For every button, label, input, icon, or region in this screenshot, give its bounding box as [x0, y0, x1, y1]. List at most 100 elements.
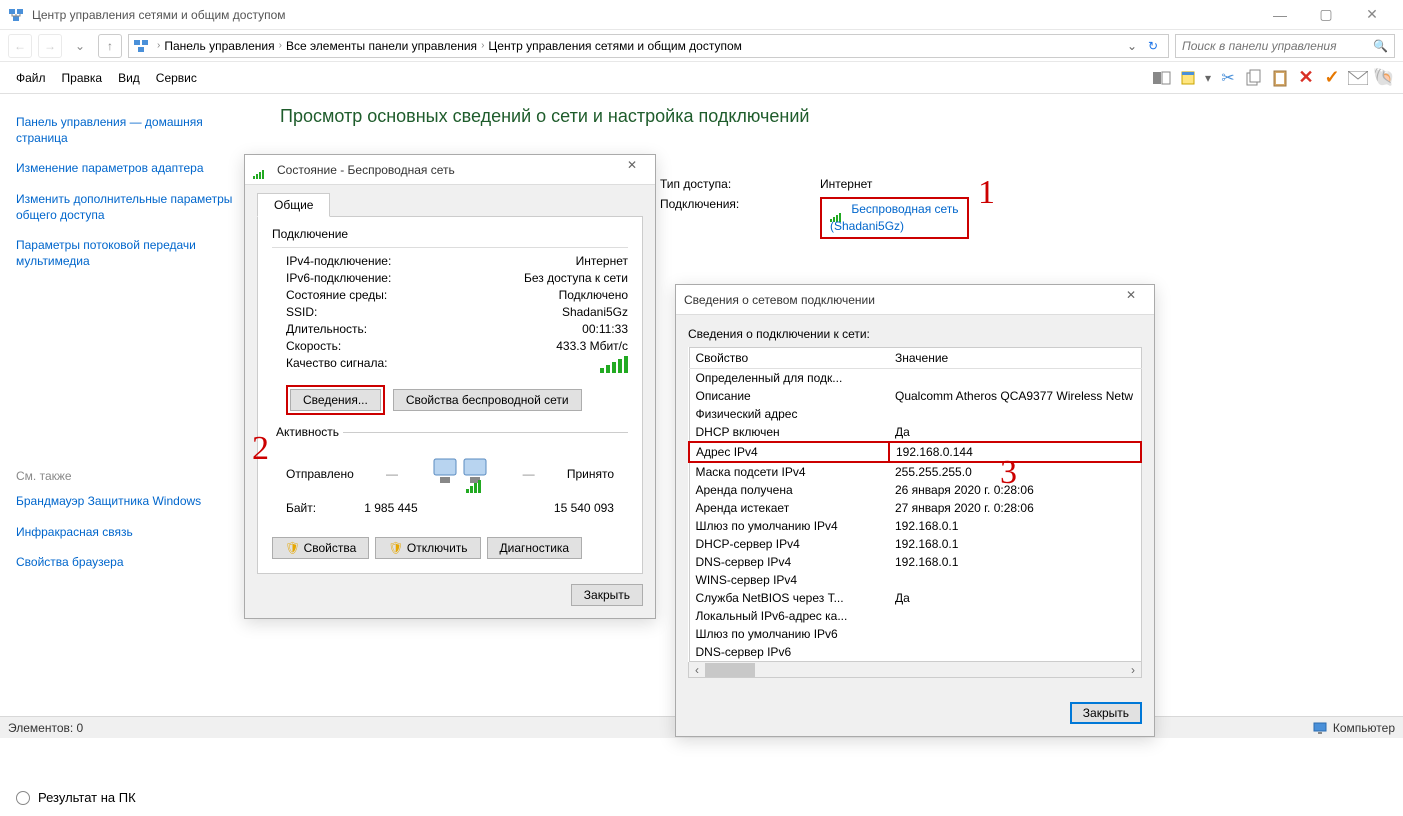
globe-icon[interactable]: 🐚 — [1373, 67, 1395, 89]
diagnostics-button[interactable]: Диагностика — [487, 537, 583, 559]
wireless-props-button[interactable]: Свойства беспроводной сети — [393, 389, 582, 411]
network-center-icon — [8, 7, 24, 23]
delete-icon[interactable]: ✕ — [1295, 67, 1317, 89]
property-cell: WINS-сервер IPv4 — [689, 571, 889, 589]
value-cell: 27 января 2020 г. 0:28:06 — [889, 499, 1141, 517]
property-cell: Описание — [689, 387, 889, 405]
details-button-box: Сведения... — [286, 385, 385, 415]
table-row[interactable]: Локальный IPv6-адрес ка... — [689, 607, 1141, 625]
value-cell: Qualcomm Atheros QCA9377 Wireless Netw — [889, 387, 1141, 405]
toolbar-button-1[interactable] — [1151, 67, 1173, 89]
table-row[interactable]: DNS-сервер IPv4192.168.0.1 — [689, 553, 1141, 571]
sidebar-infrared[interactable]: Инфракрасная связь — [16, 524, 244, 540]
property-cell: Маска подсети IPv4 — [689, 462, 889, 481]
access-type-label: Тип доступа: — [660, 177, 820, 191]
sidebar-media-streaming[interactable]: Параметры потоковой передачи мультимедиа — [16, 237, 244, 269]
table-row[interactable]: Определенный для подк... — [689, 369, 1141, 388]
search-input[interactable] — [1182, 39, 1373, 53]
ipv4-value: Интернет — [576, 254, 628, 268]
table-row[interactable]: Служба NetBIOS через T...Да — [689, 589, 1141, 607]
annotation-1: 1 — [978, 174, 995, 212]
table-row[interactable]: Физический адрес — [689, 405, 1141, 423]
menu-file[interactable]: Файл — [8, 67, 54, 89]
breadcrumb-dropdown[interactable]: ⌄ — [1122, 39, 1142, 53]
toolbar-button-2[interactable] — [1177, 67, 1199, 89]
tab-general[interactable]: Общие — [257, 193, 330, 217]
breadcrumb[interactable]: › Панель управления › Все элементы панел… — [128, 34, 1169, 58]
table-row[interactable]: DHCP-сервер IPv4192.168.0.1 — [689, 535, 1141, 553]
bytes-recv-value: 15 540 093 — [554, 501, 614, 515]
minimize-button[interactable]: — — [1257, 0, 1303, 30]
menu-view[interactable]: Вид — [110, 67, 148, 89]
details-close-button[interactable]: Закрыть — [1070, 702, 1142, 724]
activity-icon — [430, 451, 490, 497]
breadcrumb-all-items[interactable]: Все элементы панели управления — [286, 39, 477, 53]
menu-service[interactable]: Сервис — [148, 67, 205, 89]
breadcrumb-network-center[interactable]: Центр управления сетями и общим доступом — [488, 39, 742, 53]
table-row[interactable]: ОписаниеQualcomm Atheros QCA9377 Wireles… — [689, 387, 1141, 405]
breadcrumb-control-panel[interactable]: Панель управления — [164, 39, 274, 53]
sent-label: Отправлено — [286, 467, 354, 481]
connection-link[interactable]: Беспроводная сеть (Shadani5Gz) — [830, 202, 959, 233]
duration-value: 00:11:33 — [582, 322, 628, 336]
property-cell: DNS-сервер IPv4 — [689, 553, 889, 571]
menu-edit[interactable]: Правка — [54, 67, 111, 89]
chevron-right-icon: › — [157, 40, 160, 51]
ssid-value: Shadani5Gz — [562, 305, 628, 319]
table-row[interactable]: Шлюз по умолчанию IPv6 — [689, 625, 1141, 643]
toolbar-dropdown[interactable]: ▾ — [1203, 67, 1213, 89]
signal-label: Качество сигнала: — [286, 356, 598, 373]
result-radio[interactable] — [16, 791, 30, 805]
refresh-button[interactable]: ↻ — [1142, 39, 1164, 53]
property-cell: Адрес IPv4 — [689, 442, 889, 462]
nav-history-button[interactable]: ⌄ — [68, 34, 92, 58]
value-cell — [889, 607, 1141, 625]
cut-icon[interactable]: ✂ — [1217, 67, 1239, 89]
details-subtitle: Сведения о подключении к сети: — [688, 327, 1142, 341]
scroll-thumb[interactable] — [705, 663, 755, 677]
scroll-right-button[interactable]: › — [1125, 663, 1141, 677]
ipv6-value: Без доступа к сети — [524, 271, 628, 285]
table-row[interactable]: Аренда получена26 января 2020 г. 0:28:06 — [689, 481, 1141, 499]
mail-icon[interactable] — [1347, 67, 1369, 89]
chevron-right-icon: › — [481, 40, 484, 51]
sidebar-firewall[interactable]: Брандмауэр Защитника Windows — [16, 493, 244, 509]
table-row[interactable]: Адрес IPv4192.168.0.144 — [689, 442, 1141, 462]
wifi-bars-icon — [253, 163, 271, 177]
value-cell: Да — [889, 589, 1141, 607]
table-row[interactable]: Маска подсети IPv4255.255.255.0 — [689, 462, 1141, 481]
value-cell — [889, 405, 1141, 423]
copy-icon[interactable] — [1243, 67, 1265, 89]
status-dialog-close[interactable]: ✕ — [617, 158, 647, 182]
sidebar-browser-props[interactable]: Свойства браузера — [16, 554, 244, 570]
value-cell — [889, 625, 1141, 643]
sidebar-home-link[interactable]: Панель управления — домашняя страница — [16, 114, 244, 146]
table-row[interactable]: Аренда истекает27 января 2020 г. 0:28:06 — [689, 499, 1141, 517]
status-close-button[interactable]: Закрыть — [571, 584, 643, 606]
table-row[interactable]: DHCP включенДа — [689, 423, 1141, 442]
table-row[interactable]: Шлюз по умолчанию IPv4192.168.0.1 — [689, 517, 1141, 535]
sidebar-sharing-settings[interactable]: Изменить дополнительные параметры общего… — [16, 191, 244, 223]
nav-up-button[interactable]: ↑ — [98, 34, 122, 58]
table-row[interactable]: WINS-сервер IPv4 — [689, 571, 1141, 589]
close-button[interactable]: ✕ — [1349, 0, 1395, 30]
computer-icon — [1313, 722, 1327, 734]
search-box[interactable]: 🔍 — [1175, 34, 1395, 58]
statusbar-count: Элементов: 0 — [8, 721, 83, 735]
col-property[interactable]: Свойство — [689, 348, 889, 369]
sidebar-adapter-settings[interactable]: Изменение параметров адаптера — [16, 160, 244, 176]
scroll-left-button[interactable]: ‹ — [689, 663, 705, 677]
table-row[interactable]: DNS-сервер IPv6 — [689, 643, 1141, 662]
nav-back-button[interactable]: ← — [8, 34, 32, 58]
properties-button[interactable]: 🛡 Свойства — [272, 537, 369, 559]
details-dialog-close[interactable]: ✕ — [1116, 288, 1146, 312]
col-value[interactable]: Значение — [889, 348, 1141, 369]
disconnect-button[interactable]: 🛡 Отключить — [375, 537, 480, 559]
nav-forward-button[interactable]: → — [38, 34, 62, 58]
paste-icon[interactable] — [1269, 67, 1291, 89]
horizontal-scrollbar[interactable]: ‹ › — [688, 662, 1142, 678]
connections-label: Подключения: — [660, 197, 820, 239]
maximize-button[interactable]: ▢ — [1303, 0, 1349, 30]
check-icon[interactable]: ✓ — [1321, 67, 1343, 89]
details-button[interactable]: Сведения... — [290, 389, 381, 411]
